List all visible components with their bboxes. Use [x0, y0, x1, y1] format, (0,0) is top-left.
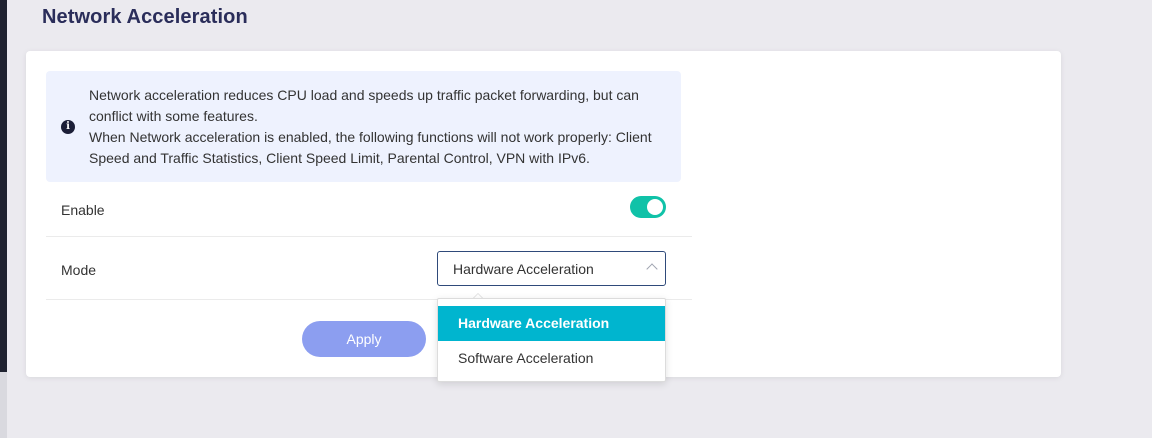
info-notice: i Network acceleration reduces CPU load …	[46, 71, 681, 182]
mode-select-value: Hardware Acceleration	[453, 261, 594, 277]
enable-toggle[interactable]	[630, 196, 666, 218]
notice-line-2: When Network acceleration is enabled, th…	[89, 129, 652, 166]
dropdown-option-hardware[interactable]: Hardware Acceleration	[438, 306, 665, 341]
notice-text: Network acceleration reduces CPU load an…	[89, 85, 669, 169]
mode-dropdown-menu: Hardware Acceleration Software Accelerat…	[437, 298, 666, 382]
side-panel-edge-lower	[0, 372, 7, 438]
toggle-knob	[647, 199, 663, 215]
mode-select[interactable]: Hardware Acceleration	[437, 251, 666, 286]
apply-button[interactable]: Apply	[302, 321, 426, 357]
side-panel-edge	[0, 0, 7, 438]
chevron-up-icon	[646, 263, 658, 275]
info-icon: i	[61, 120, 75, 134]
mode-row: Mode Hardware Acceleration	[46, 237, 692, 300]
page-title: Network Acceleration	[42, 6, 248, 28]
enable-label: Enable	[61, 202, 105, 218]
dropdown-option-software[interactable]: Software Acceleration	[438, 341, 665, 376]
mode-label: Mode	[61, 262, 97, 278]
enable-row: Enable	[46, 182, 692, 237]
notice-line-1: Network acceleration reduces CPU load an…	[89, 87, 639, 124]
